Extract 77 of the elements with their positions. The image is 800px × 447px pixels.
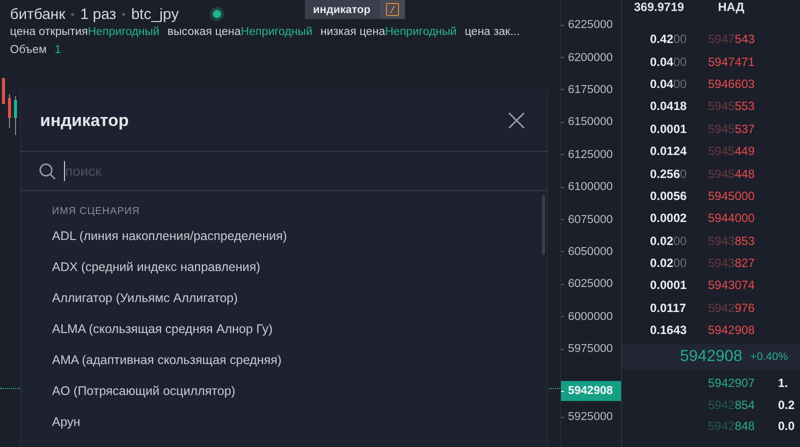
ask-amount: 0.0001 (650, 122, 688, 136)
bid-amount: 0.2 (778, 398, 795, 412)
ask-price: 5946603 (708, 76, 755, 91)
dialog-title: индикатор (40, 110, 129, 130)
axis-label: 6000000 (568, 310, 613, 323)
ask-price: 5945553 (708, 99, 755, 114)
legend-label: высокая цена (167, 26, 241, 38)
ask-amount: 0.1643 (650, 323, 688, 338)
ask-price: 5944000 (708, 211, 755, 226)
column-header: НАД (718, 0, 744, 14)
axis-label: 6225000 (568, 19, 613, 32)
ask-amount: 0.0400 (650, 76, 688, 91)
bid-price: 5942848 (708, 419, 756, 434)
ask-price: 5947471 (708, 54, 755, 69)
legend-label: низкая цена (320, 26, 386, 38)
ask-price: 5945449 (708, 144, 755, 158)
current-price-badge: 5942908 (561, 381, 621, 402)
bid-amount: 0.0 (778, 419, 795, 434)
candlestick-drawing (2, 78, 20, 136)
ask-price: 5942908 (708, 323, 755, 338)
indicator-item[interactable]: ADX (средний индекс направления) (52, 257, 260, 288)
ask-amount: 0.2560 (650, 166, 688, 181)
axis-label: 5925000 (568, 411, 613, 424)
axis-label: 6125000 (568, 148, 613, 161)
bid-price: 5942854 (708, 398, 756, 412)
ask-amount: 0.0418 (650, 99, 688, 114)
axis-label: 6150000 (568, 116, 613, 128)
price-change: +0.40% (750, 350, 788, 363)
ask-price: 5945448 (708, 166, 755, 181)
ask-price: 5943827 (708, 256, 755, 270)
ask-price: 5947543 (708, 32, 755, 46)
indicator-item[interactable]: ADL (линия накопления/распределения) (52, 226, 287, 257)
volume-label: Объем (10, 44, 47, 56)
ask-amount: 0.0056 (650, 188, 688, 203)
ask-amount: 0.0117 (650, 300, 688, 315)
legend-value: Непригодный (88, 26, 160, 38)
ask-price: 5945537 (708, 122, 755, 136)
ask-amount: 0.0001 (650, 278, 688, 292)
legend-value: Непригодный (385, 26, 457, 38)
axis-label: 6100000 (568, 181, 613, 194)
bid-price: 5942907 (708, 376, 756, 390)
indicator-item[interactable]: Аллигатор (Уильямс Аллигатор) (52, 288, 238, 319)
ask-amount: 0.0200 (650, 256, 688, 270)
ask-amount: 0.0400 (650, 54, 688, 69)
ask-price: 5942976 (708, 300, 755, 315)
indicator-item[interactable]: AO (Потрясающий осциллятор) (52, 381, 236, 412)
axis-label: 6175000 (568, 84, 613, 96)
indicator-item[interactable]: ALMA (скользящая средняя Алнор Гу) (52, 319, 273, 350)
symbol-label: btc_jpy (131, 6, 179, 22)
axis-label: 6050000 (568, 246, 613, 258)
ask-amount: 0.0124 (650, 144, 688, 158)
ask-price: 5945000 (708, 188, 755, 203)
ask-amount: 0.4200 (650, 32, 688, 46)
search-icon (39, 162, 56, 180)
ask-price: 5943074 (708, 278, 755, 292)
pen-icon[interactable] (386, 3, 400, 16)
bid-amount: 1. (778, 376, 788, 390)
volume-value: 1 (54, 44, 62, 56)
interval-label: 1 раз (80, 6, 116, 22)
axis-label: 6200000 (568, 52, 613, 64)
indicator-item[interactable]: Арун (52, 412, 80, 443)
legend-label: цена зак... (464, 26, 520, 38)
toolbar-tooltip: индикатор (305, 0, 406, 19)
legend-label: цена открытия (10, 26, 88, 38)
column-header: 369.9719 (634, 0, 686, 14)
close-icon[interactable] (508, 112, 525, 129)
last-price: 5942908 (680, 348, 742, 366)
exchange-name: битбанк (10, 6, 66, 22)
axis-label: 5975000 (568, 343, 613, 356)
ask-amount: 0.0200 (650, 234, 688, 248)
ask-price: 5943853 (708, 234, 755, 248)
axis-label: 6075000 (568, 214, 613, 226)
indicator-item[interactable]: AMA (адаптивная скользящая средняя) (52, 350, 282, 381)
legend-value: Непригодный (240, 26, 312, 38)
axis-label: 6025000 (568, 278, 613, 290)
ask-amount: 0.0002 (650, 211, 688, 226)
list-header: ИМЯ СЦЕНАРИЯ (52, 206, 141, 217)
